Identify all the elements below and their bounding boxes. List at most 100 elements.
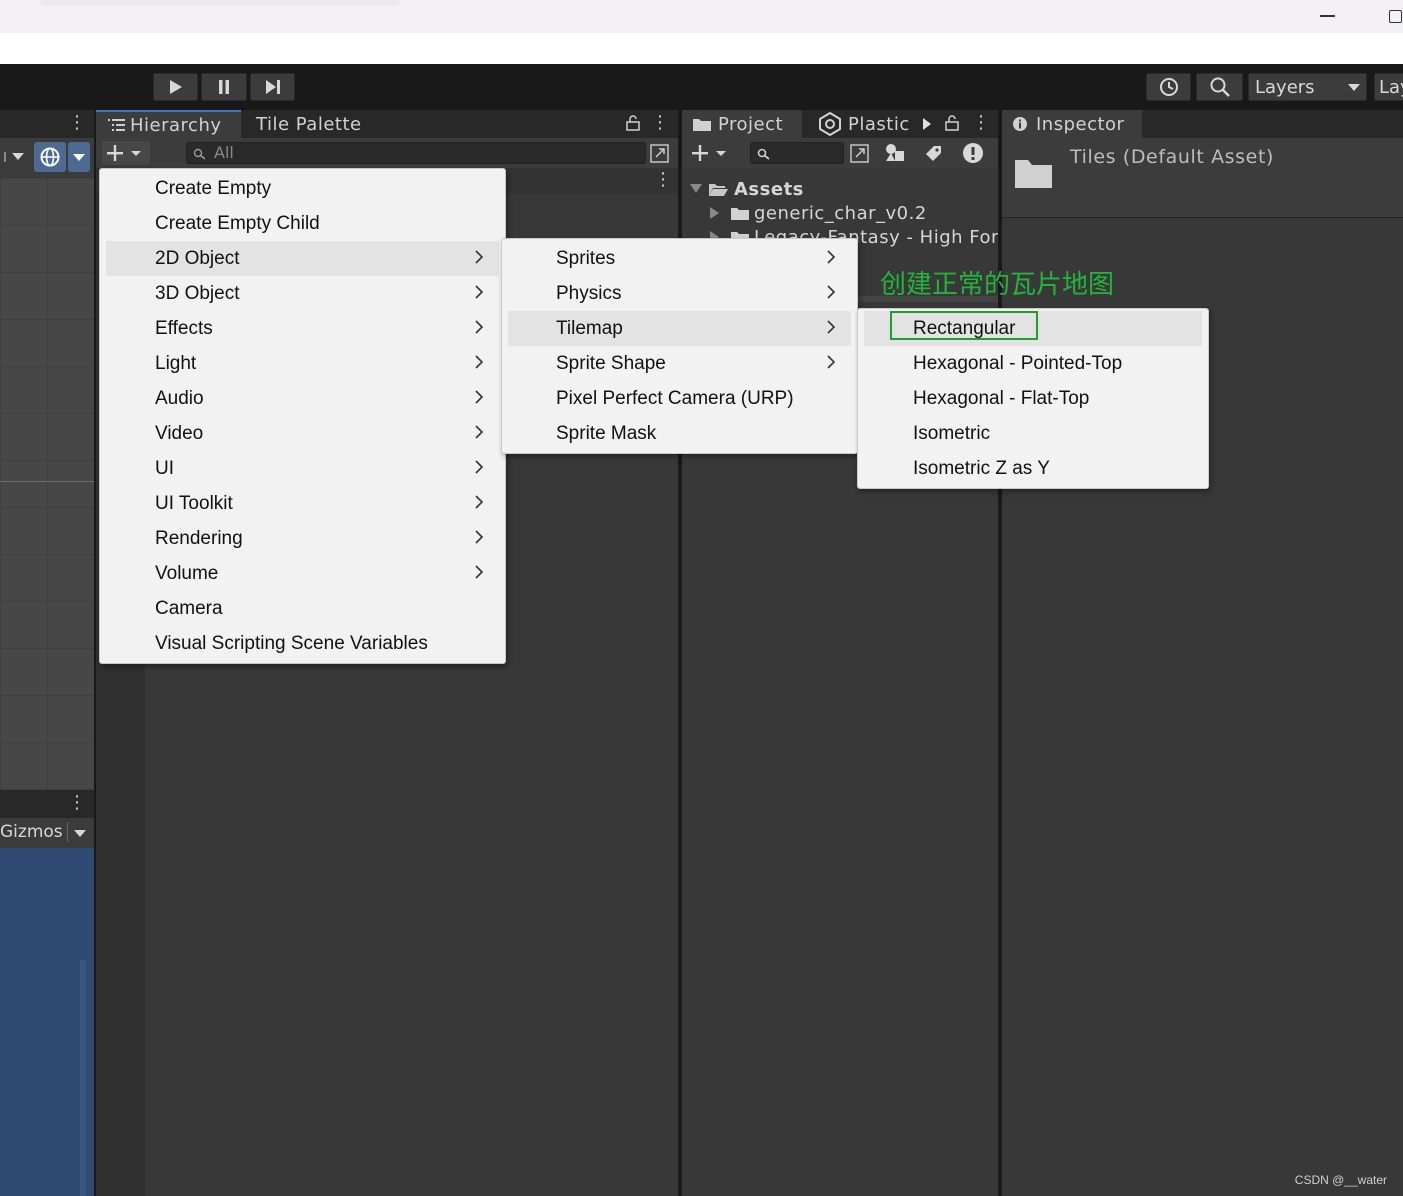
create-menu-item-label: Light — [155, 352, 197, 374]
gizmo-orientation-button[interactable] — [34, 142, 66, 172]
create-menu-item-label: Effects — [155, 317, 213, 339]
restore-icon[interactable] — [1389, 10, 1402, 23]
2d-object-menu-item-label: Physics — [556, 282, 622, 304]
create-menu-item-label: Camera — [155, 597, 223, 619]
create-menu-item[interactable]: Audio — [106, 381, 499, 416]
shapes-icon — [886, 144, 904, 161]
history-button[interactable] — [1146, 73, 1191, 101]
tab-plastic-label: Plastic S — [848, 113, 916, 135]
create-menu-item[interactable]: Rendering — [106, 521, 499, 556]
project-tabbar: Project Plastic S ⋮ — [682, 110, 998, 138]
gizmos-label[interactable]: Gizmos — [0, 822, 63, 842]
hierarchy-search-field[interactable]: All — [186, 142, 646, 164]
scene-tabbar: ⋮ — [0, 110, 94, 138]
game-tabbar: ⋮ — [0, 790, 94, 818]
tree-item-0-label: generic_char_v0.2 — [754, 202, 927, 224]
chevron-right-icon — [475, 320, 484, 334]
create-menu-item[interactable]: Visual Scripting Scene Variables — [106, 626, 499, 661]
create-menu-item[interactable]: Light — [106, 346, 499, 381]
lock-icon[interactable] — [945, 115, 959, 131]
project-create-button[interactable] — [687, 141, 735, 165]
tab-project-label: Project — [718, 113, 784, 135]
hierarchy-tabbar: Hierarchy Tile Palette ⋮ — [96, 110, 678, 138]
tilemap-menu-item[interactable]: Hexagonal - Pointed-Top — [864, 346, 1202, 381]
create-menu-item[interactable]: 3D Object — [106, 276, 499, 311]
create-menu-item[interactable]: UI Toolkit — [106, 486, 499, 521]
tab-inspector[interactable]: Inspector — [1002, 110, 1142, 138]
tree-item-assets-label: Assets — [734, 178, 804, 200]
2d-object-menu-item[interactable]: Physics — [508, 276, 851, 311]
more-icon[interactable]: ⋮ — [654, 169, 672, 190]
minimize-icon[interactable] — [1320, 15, 1335, 17]
2d-object-submenu: Sprites Physics Tilemap Sprite Shape Pixel P… — [501, 238, 858, 454]
tab-plastic[interactable]: Plastic S — [812, 110, 916, 138]
create-menu-item-label: Rendering — [155, 527, 243, 549]
create-menu-item[interactable]: Create Empty Child — [106, 206, 499, 241]
more-icon[interactable]: ⋮ — [68, 792, 86, 813]
tab-inspector-label: Inspector — [1036, 113, 1125, 135]
annotation-text: 创建正常的瓦片地图 — [880, 270, 1115, 300]
gizmo-dropdown[interactable] — [68, 142, 90, 172]
more-icon[interactable]: ⋮ — [651, 112, 669, 133]
plus-icon — [107, 145, 141, 161]
2d-object-menu-item[interactable]: Pixel Perfect Camera (URP) — [508, 381, 851, 416]
chevron-down-icon[interactable] — [73, 829, 87, 839]
project-expand-button[interactable] — [848, 141, 872, 165]
create-menu-item[interactable]: 2D Object — [106, 241, 499, 276]
warnings-button[interactable] — [960, 141, 986, 165]
tree-item-0[interactable]: generic_char_v0.2 — [710, 202, 927, 224]
play-button[interactable] — [153, 73, 198, 101]
chevron-right-icon[interactable] — [922, 117, 932, 131]
chevron-down-icon — [1348, 84, 1360, 91]
chevron-right-icon — [475, 390, 484, 404]
search-icon — [757, 148, 770, 160]
window-menu-strip — [0, 33, 1403, 64]
more-icon[interactable]: ⋮ — [68, 112, 86, 133]
create-menu-item-label: 2D Object — [155, 247, 240, 269]
tab-hierarchy[interactable]: Hierarchy — [96, 110, 241, 138]
tree-item-assets[interactable]: Assets — [690, 178, 804, 200]
chevron-down-icon — [73, 154, 85, 161]
layout-dropdown[interactable]: Lay — [1374, 73, 1403, 101]
create-menu-item-label: Create Empty Child — [155, 212, 320, 234]
game-scrollbar[interactable] — [80, 960, 86, 1196]
create-menu-item[interactable]: Effects — [106, 311, 499, 346]
2d-object-menu-item[interactable]: Tilemap — [508, 311, 851, 346]
tab-tile-palette[interactable]: Tile Palette — [250, 110, 380, 138]
tag-icon — [926, 146, 941, 161]
layers-dropdown[interactable]: Layers — [1248, 73, 1367, 101]
2d-object-menu-item[interactable]: Sprite Mask — [508, 416, 851, 451]
expand-search-button[interactable] — [649, 141, 671, 165]
tab-project[interactable]: Project — [682, 110, 802, 138]
tilemap-menu-item[interactable]: Isometric Z as Y — [864, 451, 1202, 486]
create-menu-item[interactable]: Create Empty — [106, 171, 499, 206]
tilemap-menu-item-label: Isometric — [913, 422, 991, 444]
create-menu-item[interactable]: UI — [106, 451, 499, 486]
hierarchy-toolbar: All — [96, 138, 678, 168]
step-button[interactable] — [250, 73, 295, 101]
create-button[interactable] — [102, 141, 150, 165]
more-icon[interactable]: ⋮ — [972, 112, 990, 133]
pause-button[interactable] — [201, 73, 247, 101]
lock-icon[interactable] — [626, 115, 640, 131]
history-icon — [1159, 78, 1178, 96]
filter-by-label-button[interactable] — [920, 141, 946, 165]
step-icon — [265, 80, 280, 94]
chevron-right-icon — [475, 530, 484, 544]
chevron-down-icon[interactable] — [4, 152, 26, 162]
tilemap-menu-item[interactable]: Isometric — [864, 416, 1202, 451]
2d-object-menu-item[interactable]: Sprites — [508, 241, 851, 276]
filter-by-type-button[interactable] — [882, 141, 908, 165]
create-menu-item[interactable]: Volume — [106, 556, 499, 591]
search-button[interactable] — [1196, 73, 1243, 101]
2d-object-menu-item-label: Sprite Shape — [556, 352, 666, 374]
external-link-icon — [650, 144, 669, 163]
create-menu-item-label: 3D Object — [155, 282, 240, 304]
project-search-field[interactable] — [750, 142, 844, 164]
tilemap-menu-item[interactable]: Hexagonal - Flat-Top — [864, 381, 1202, 416]
tilemap-menu-item-label: Hexagonal - Flat-Top — [913, 387, 1090, 409]
create-menu-item[interactable]: Video — [106, 416, 499, 451]
create-menu-item[interactable]: Camera — [106, 591, 499, 626]
scene-panel: ⋮ — [0, 110, 94, 790]
2d-object-menu-item[interactable]: Sprite Shape — [508, 346, 851, 381]
